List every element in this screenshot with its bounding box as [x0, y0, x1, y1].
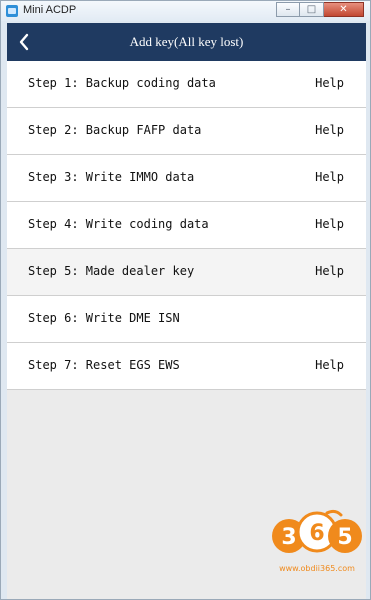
step-label[interactable]: Step 2: Backup FAFP data — [28, 123, 201, 137]
title-bar[interactable]: Mini ACDP – □ ✕ — [1, 1, 370, 21]
app-window: Mini ACDP – □ ✕ Add key(All key lost) St… — [0, 0, 371, 600]
window-controls: – □ ✕ — [276, 2, 364, 17]
step-label[interactable]: Step 6: Write DME ISN — [28, 311, 180, 325]
app-title: Mini ACDP — [23, 4, 77, 16]
help-link[interactable]: Help — [315, 123, 344, 137]
step-row[interactable]: Step 4: Write coding data Help — [7, 202, 366, 249]
help-link[interactable]: Help — [315, 217, 344, 231]
app-icon — [6, 5, 18, 17]
step-row[interactable]: Step 2: Backup FAFP data Help — [7, 108, 366, 155]
step-row[interactable]: Step 1: Backup coding data Help — [7, 61, 366, 108]
step-label[interactable]: Step 4: Write coding data — [28, 217, 209, 231]
step-label[interactable]: Step 3: Write IMMO data — [28, 170, 194, 184]
maximize-button[interactable]: □ — [300, 2, 324, 17]
watermark-logo: 3 6 5 www.obdii365.com — [272, 509, 362, 573]
step-row[interactable]: Step 3: Write IMMO data Help — [7, 155, 366, 202]
close-button[interactable]: ✕ — [324, 2, 364, 17]
help-link[interactable]: Help — [315, 170, 344, 184]
minimize-button[interactable]: – — [276, 2, 300, 17]
step-label[interactable]: Step 7: Reset EGS EWS — [28, 358, 180, 372]
help-link[interactable]: Help — [315, 358, 344, 372]
watermark-url: www.obdii365.com — [279, 564, 355, 573]
svg-text:3: 3 — [281, 525, 296, 550]
logo-mark: 3 6 5 — [272, 509, 362, 553]
step-row[interactable]: Step 7: Reset EGS EWS Help — [7, 343, 366, 390]
step-label[interactable]: Step 5: Made dealer key — [28, 264, 194, 278]
page-header: Add key(All key lost) — [7, 23, 366, 61]
step-row[interactable]: Step 5: Made dealer key Help — [7, 249, 366, 296]
svg-text:6: 6 — [309, 521, 324, 546]
step-list: Step 1: Backup coding data Help Step 2: … — [7, 61, 366, 390]
step-label[interactable]: Step 1: Backup coding data — [28, 76, 216, 90]
help-link[interactable]: Help — [315, 264, 344, 278]
step-row[interactable]: Step 6: Write DME ISN — [7, 296, 366, 343]
svg-text:5: 5 — [337, 525, 352, 550]
help-link[interactable]: Help — [315, 76, 344, 90]
page-title: Add key(All key lost) — [129, 34, 244, 49]
